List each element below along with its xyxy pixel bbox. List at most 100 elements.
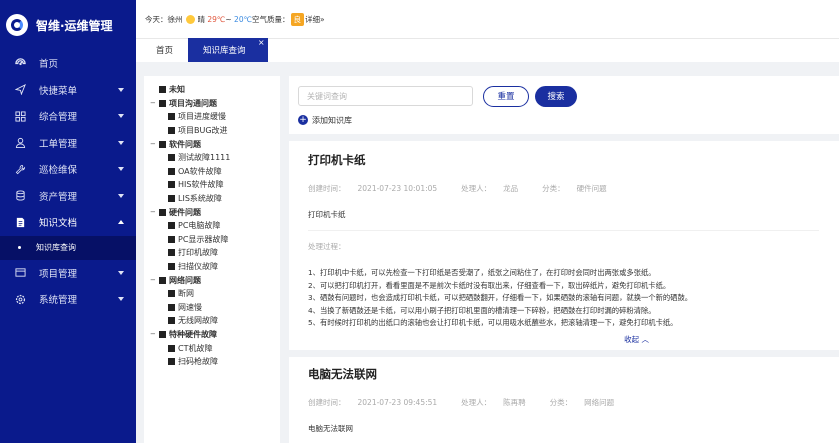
tree-item[interactable]: 无线网故障 [150, 314, 280, 328]
knowledge-panel: 重置 搜索 + 添加知识库 打印机卡纸 创建时间：2021-07-23 10:0… [289, 76, 839, 443]
tree-label: 扫描仪故障 [178, 262, 218, 272]
folder-icon [159, 140, 166, 148]
database-icon [14, 190, 26, 202]
tree-item[interactable]: 打印机故障 [150, 246, 280, 260]
chevron-down-icon [118, 270, 124, 275]
plus-icon: + [298, 114, 308, 125]
chevron-down-icon [118, 140, 124, 145]
folder-icon [159, 99, 166, 107]
collapse-toggle-icon[interactable]: − [150, 330, 159, 338]
tree-item[interactable]: 项目BUG改进 [150, 124, 280, 138]
tree-category[interactable]: − 硬件问题 [150, 205, 280, 219]
tree-label: OA软件故障 [178, 166, 222, 176]
search-button[interactable]: 搜索 [535, 85, 577, 107]
sidebar-item-general[interactable]: 综合管理 [0, 103, 136, 130]
sidebar-item-inspection[interactable]: 巡检维保 [0, 156, 136, 183]
tree-item[interactable]: 测试故障1111 [150, 151, 280, 165]
search-input[interactable] [298, 86, 473, 106]
weather-condition: 晴 [197, 14, 206, 24]
tree-label: 项目进度缓慢 [178, 112, 226, 122]
tree-item[interactable]: 扫描仪故障 [150, 260, 280, 274]
sidebar-item-assets[interactable]: 资产管理 [0, 183, 136, 210]
weather-detail-link[interactable]: 详细» [305, 14, 325, 25]
file-icon [168, 290, 175, 298]
tree-label: 扫码枪故障 [178, 357, 218, 367]
weather-today-label: 今天： [145, 14, 168, 24]
file-icon [168, 358, 175, 366]
article-title[interactable]: 电脑无法联网 [308, 366, 839, 382]
tree-item[interactable]: CT机故障 [150, 341, 280, 355]
reset-button[interactable]: 重置 [483, 85, 529, 107]
tree-label: 打印机故障 [178, 248, 218, 258]
air-quality-badge: 良 [290, 12, 305, 26]
tree-label: 测试故障1111 [178, 153, 231, 163]
sidebar-subitem-knowledge-query[interactable]: 知识库查询 [0, 236, 136, 260]
tree-item[interactable]: PC显示器故障 [150, 233, 280, 247]
collapse-toggle-icon[interactable]: − [150, 99, 159, 107]
category-tree: 未知 − 项目沟通问题项目进度缓慢 项目BUG改进 − 软件问题测试故障1111 OA软件故… [144, 76, 280, 443]
sidebar-item-system[interactable]: 系统管理 [0, 286, 136, 313]
tree-item[interactable]: 项目进度缓慢 [150, 110, 280, 124]
sidebar-item-projects[interactable]: 项目管理 [0, 260, 136, 287]
tree-item[interactable]: OA软件故障 [150, 165, 280, 179]
collapse-toggle-icon[interactable]: − [150, 276, 159, 284]
chevron-down-icon [118, 297, 124, 301]
tree-category[interactable]: − 特种硬件故障 [150, 328, 280, 342]
tree-category[interactable]: − 软件问题 [150, 137, 280, 151]
tree-label: 项目BUG改进 [178, 126, 228, 136]
tree-label: PC显示器故障 [178, 234, 229, 244]
tree-category[interactable]: − 项目沟通问题 [150, 97, 280, 111]
file-icon [168, 235, 175, 243]
tab-knowledge-query[interactable]: 知识库查询 × [188, 38, 268, 62]
article-created: 创建时间： 2021-07-23 09:45:51 [308, 397, 438, 407]
sidebar-item-label: 资产管理 [39, 191, 78, 203]
file-icon [168, 222, 175, 230]
collapse-toggle-icon[interactable]: − [150, 140, 159, 148]
tree-item[interactable]: HIS软件故障 [150, 178, 280, 192]
tree-item[interactable]: LIS系统故障 [150, 192, 280, 206]
file-icon [168, 154, 175, 162]
article-meta: 创建时间： 2021-07-23 09:45:51 处理人： 陈再聘 分类： 网络问题 [308, 397, 839, 408]
brand: 智维·运维管理 [0, 0, 136, 50]
tree-label: 特种硬件故障 [169, 329, 217, 339]
file-icon [168, 303, 175, 311]
process-step: 3、硒鼓有问题时，也会造成打印机卡纸，可以把硒鼓翻开，仔细看一下，如果硒鼓的滚轴… [308, 293, 693, 302]
sidebar-item-home[interactable]: 首页 [0, 50, 136, 77]
sidebar-item-label: 系统管理 [39, 295, 78, 307]
search-row: 重置 搜索 [289, 80, 839, 112]
file-icon [168, 195, 175, 203]
file-icon [168, 181, 175, 189]
tree-item[interactable]: 网速慢 [150, 301, 280, 315]
collapse-link[interactable]: 收起 ︿ [308, 334, 839, 345]
collapse-toggle-icon[interactable]: − [150, 208, 159, 216]
add-knowledge-button[interactable]: + 添加知识库 [289, 112, 839, 128]
tree-item[interactable]: 扫码枪故障 [150, 355, 280, 369]
sidebar-item-workorders[interactable]: 工单管理 [0, 130, 136, 157]
sidebar-item-knowledge[interactable]: 知识文档 [0, 209, 136, 236]
tree-item[interactable]: PC电脑故障 [150, 219, 280, 233]
tree-label: 无线网故障 [178, 316, 218, 326]
sidebar-submenu: 知识库查询 [0, 235, 136, 260]
tree-item[interactable]: 断网 [150, 287, 280, 301]
tab-label: 首页 [156, 46, 174, 56]
tree-label: PC电脑故障 [178, 221, 221, 231]
article-title[interactable]: 打印机卡纸 [308, 152, 839, 168]
file-icon [168, 249, 175, 257]
sidebar-item-label: 巡检维保 [39, 165, 78, 177]
tab-home[interactable]: 首页 [141, 38, 188, 62]
article-handler: 处理人： 龙品 [461, 184, 519, 193]
close-icon[interactable]: × [258, 39, 265, 47]
gear-icon [14, 293, 26, 305]
tree-label: 项目沟通问题 [169, 98, 217, 108]
sidebar-item-shortcuts[interactable]: 快捷菜单 [0, 77, 136, 104]
folder-icon [14, 267, 26, 279]
sidebar-menu: 首页 快捷菜单 综合管理 工单管理 巡检维保 资产管理 知识文档 知识库查询 项… [0, 50, 136, 313]
sidebar-item-label: 快捷菜单 [39, 85, 78, 97]
tree-category[interactable]: 未知 [150, 83, 280, 97]
sun-icon [185, 14, 195, 24]
tree-category[interactable]: − 网络问题 [150, 273, 280, 287]
folder-icon [159, 208, 166, 216]
process-step: 1、打印机中卡纸，可以先检查一下打印纸是否受潮了，纸张之间粘住了，在打印时会同时… [308, 268, 656, 277]
weather-tilde: ~ [225, 14, 232, 24]
chevron-down-icon [118, 114, 124, 118]
